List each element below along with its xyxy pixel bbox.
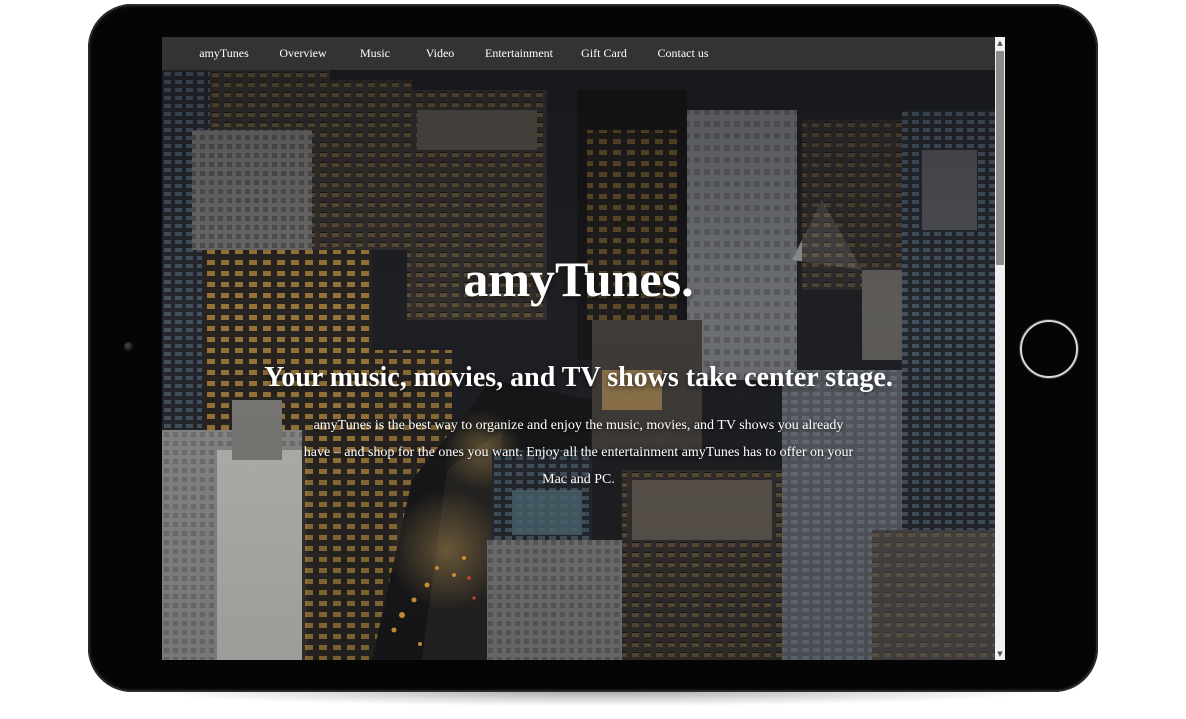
home-button-icon[interactable] bbox=[1020, 320, 1078, 378]
nav-item-amytunes[interactable]: amyTunes bbox=[199, 37, 249, 70]
scroll-thumb[interactable] bbox=[996, 51, 1004, 265]
vertical-scrollbar[interactable]: ▲ ▼ bbox=[995, 37, 1005, 660]
browser-viewport: amyTunes Overview Music Video Entertainm… bbox=[162, 37, 995, 660]
scroll-down-arrow-icon[interactable]: ▼ bbox=[995, 648, 1005, 660]
hero-subtitle: Your music, movies, and TV shows take ce… bbox=[264, 362, 893, 393]
nav-item-video[interactable]: Video bbox=[426, 37, 455, 70]
front-camera-icon bbox=[124, 342, 133, 351]
tablet-mockup: amyTunes Overview Music Video Entertainm… bbox=[0, 0, 1186, 719]
hero-text-block: amyTunes. Your music, movies, and TV sho… bbox=[162, 70, 995, 660]
top-navbar: amyTunes Overview Music Video Entertainm… bbox=[162, 37, 995, 70]
hero-title: amyTunes. bbox=[463, 251, 694, 307]
nav-item-overview[interactable]: Overview bbox=[279, 37, 326, 70]
hero-section: amyTunes. Your music, movies, and TV sho… bbox=[162, 70, 995, 660]
nav-item-music[interactable]: Music bbox=[360, 37, 390, 70]
nav-item-contact-us[interactable]: Contact us bbox=[658, 37, 709, 70]
hero-description: amyTunes is the best way to organize and… bbox=[303, 418, 854, 487]
nav-item-entertainment[interactable]: Entertainment bbox=[485, 37, 553, 70]
tablet-screen: amyTunes Overview Music Video Entertainm… bbox=[162, 37, 1005, 660]
nav-item-gift-card[interactable]: Gift Card bbox=[581, 37, 627, 70]
scroll-up-arrow-icon[interactable]: ▲ bbox=[995, 37, 1005, 49]
